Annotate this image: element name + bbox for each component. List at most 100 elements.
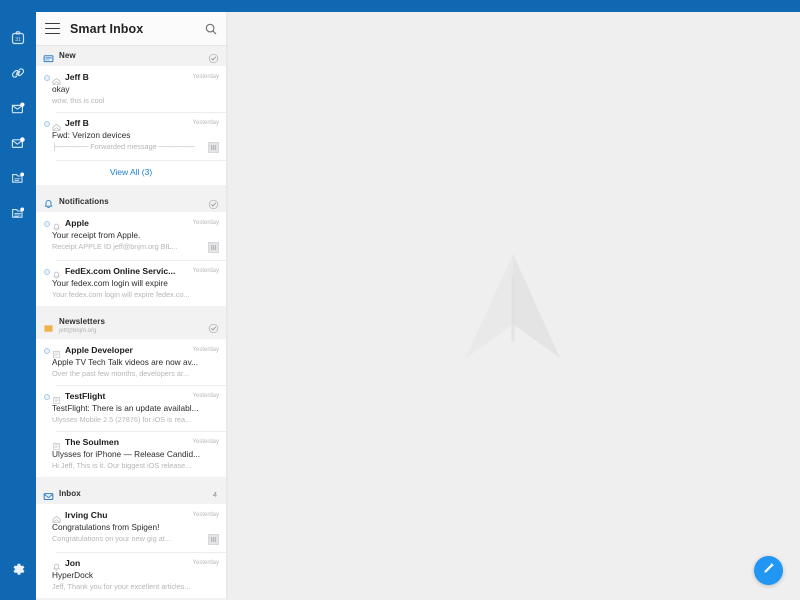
message-timestamp: Yesterday <box>192 512 219 518</box>
message-content: Jon Yesterday HyperDock Jeff, Thank you for… <box>52 558 219 591</box>
unread-indicator-slot <box>41 345 52 378</box>
group-header-text: Notifications <box>59 198 208 206</box>
message-preview: Ulysses Mobile 2.5 (27876) for iOS is re… <box>52 415 192 424</box>
message-sender: The Soulmen <box>65 437 119 447</box>
unread-dot <box>43 269 50 275</box>
hamburger-icon[interactable] <box>45 23 60 34</box>
message-preview: Over the past few months, developers ar.… <box>52 369 190 378</box>
list-badge-icon <box>10 170 26 186</box>
message-row[interactable]: Jon Yesterday HyperDock Jeff, Thank you for… <box>36 552 226 598</box>
mark-all-read-icon[interactable] <box>208 321 219 333</box>
message-content: The Soulmen Yesterday Ulysses for iPhone —… <box>52 437 219 470</box>
group-subtitle: jeff@bnjm.org <box>59 327 97 334</box>
group-header-notifications[interactable]: Notifications <box>36 192 226 212</box>
compose-button[interactable] <box>754 556 783 585</box>
rail-item-links[interactable] <box>0 55 36 90</box>
message-timestamp: Yesterday <box>192 268 219 274</box>
attachment-thumbnail-icon[interactable] <box>208 242 219 253</box>
message-subject: TestFlight: There is an update availabl.… <box>52 403 199 413</box>
newspaper-icon <box>52 346 61 358</box>
unread-indicator-slot <box>41 437 52 470</box>
group-header-inbox[interactable]: Inbox 4 <box>36 484 226 504</box>
bell-icon <box>43 197 54 208</box>
message-content: Jeff B Yesterday Fwd: Verizon devices ├────… <box>52 118 219 153</box>
message-preview-line: Over the past few months, developers ar.… <box>52 369 219 378</box>
message-content: TestFlight Yesterday TestFlight: There is … <box>52 391 219 424</box>
message-preview-line: Receipt APPLE ID jeff@bnjm.org BIL... <box>52 242 219 253</box>
svg-text:31: 31 <box>15 37 21 43</box>
message-sender: Apple <box>65 218 89 228</box>
message-sender: FedEx.com Online Servic... <box>65 266 176 276</box>
attachment-thumbnail-icon[interactable] <box>208 142 219 153</box>
search-icon[interactable] <box>204 22 218 36</box>
message-content: Irving Chu Yesterday Congratulations from … <box>52 510 219 545</box>
mark-all-read-icon[interactable] <box>208 51 219 63</box>
unread-indicator-slot <box>41 72 52 105</box>
group-title: Inbox <box>59 489 81 498</box>
message-sender: Irving Chu <box>65 510 108 520</box>
message-row[interactable]: Jeff B Yesterday Fwd: Verizon devices ├────… <box>36 112 226 160</box>
calendar-icon: 31 <box>10 30 26 46</box>
unread-dot <box>43 121 50 127</box>
group-header-right <box>208 51 219 63</box>
rail-item-settings[interactable] <box>0 556 36 588</box>
unread-indicator-slot <box>41 510 52 545</box>
message-row[interactable]: Apple Yesterday Your receipt from Apple. Re… <box>36 212 226 260</box>
message-list-column: Smart Inbox New Jeff B Yesterday okay wow, t… <box>36 12 226 600</box>
bell-outline-icon <box>52 559 61 571</box>
attachment-thumbnail-icon[interactable] <box>208 534 219 545</box>
message-preview: Hi Jeff, This is it. Our biggest iOS rel… <box>52 461 192 470</box>
group-header-text: Newsletters jeff@bnjm.org <box>59 318 208 334</box>
message-row[interactable]: FedEx.com Online Servic... Yesterday Your … <box>36 260 226 306</box>
group-header-right <box>208 197 219 209</box>
rail-item-inbox[interactable] <box>0 90 36 125</box>
message-preview: Congratulations on your new gig at... <box>52 534 171 543</box>
message-row[interactable]: The Soulmen Yesterday Ulysses for iPhone —… <box>36 431 226 477</box>
message-row[interactable]: Irving Chu Yesterday Congratulations from … <box>36 504 226 552</box>
inbox-tray-icon <box>43 489 54 500</box>
view-all-link[interactable]: View All (3) <box>36 160 226 185</box>
message-sender: Jeff B <box>65 118 89 128</box>
message-row[interactable]: Jeff B Yesterday okay wow, this is cool <box>36 66 226 112</box>
window-top-strip <box>0 0 800 12</box>
message-sender: Jeff B <box>65 72 89 82</box>
message-group-inbox: Inbox 4 Irving Chu Yesterday Congratulations… <box>36 484 226 598</box>
message-sender: Jon <box>65 558 81 568</box>
mark-all-read-icon[interactable] <box>208 197 219 209</box>
envelope-open-icon <box>52 73 61 85</box>
rail-item-mail[interactable] <box>0 125 36 160</box>
rail-item-archive[interactable] <box>0 195 36 230</box>
rail-item-lists[interactable] <box>0 160 36 195</box>
message-content: FedEx.com Online Servic... Yesterday Your … <box>52 266 219 299</box>
rail-item-calendar[interactable]: 31 <box>0 20 36 55</box>
group-header-newsletters[interactable]: Newsletters jeff@bnjm.org <box>36 313 226 339</box>
message-preview-line: Hi Jeff, This is it. Our biggest iOS rel… <box>52 461 219 470</box>
list-header: Smart Inbox <box>36 12 226 46</box>
message-group-new: New Jeff B Yesterday okay wow, this is cool J… <box>36 46 226 185</box>
group-header-new[interactable]: New <box>36 46 226 66</box>
message-preview-line: wow, this is cool <box>52 96 219 105</box>
message-sender: Apple Developer <box>65 345 133 355</box>
message-timestamp: Yesterday <box>192 393 219 399</box>
message-row[interactable]: Apple Developer Yesterday Apple TV Tech Ta… <box>36 339 226 385</box>
message-subject: Apple TV Tech Talk videos are now av... <box>52 357 199 367</box>
left-rail: 31 <box>0 0 36 600</box>
message-subject: Fwd: Verizon devices <box>52 130 131 140</box>
message-row-top: Jeff B Yesterday <box>52 72 219 85</box>
message-list-body[interactable]: New Jeff B Yesterday okay wow, this is cool J… <box>36 46 226 600</box>
message-timestamp: Yesterday <box>192 347 219 353</box>
message-subject: Your receipt from Apple. <box>52 230 141 240</box>
envelope-open-icon <box>52 119 61 131</box>
message-subject: Ulysses for iPhone — Release Candid... <box>52 449 201 459</box>
inbox-badge-icon <box>10 100 26 116</box>
paper-plane-watermark <box>226 12 800 600</box>
message-content: Jeff B Yesterday okay wow, this is cool <box>52 72 219 105</box>
bell-outline-icon <box>52 267 61 279</box>
message-preview-line: Ulysses Mobile 2.5 (27876) for iOS is re… <box>52 415 219 424</box>
message-content: Apple Yesterday Your receipt from Apple. Re… <box>52 218 219 253</box>
newsletter-folder-icon <box>43 321 54 332</box>
message-subject: Congratulations from Spigen! <box>52 522 160 532</box>
unread-indicator-slot <box>41 558 52 591</box>
message-subject: Your fedex.com login will expire <box>52 278 168 288</box>
message-row[interactable]: TestFlight Yesterday TestFlight: There is … <box>36 385 226 431</box>
